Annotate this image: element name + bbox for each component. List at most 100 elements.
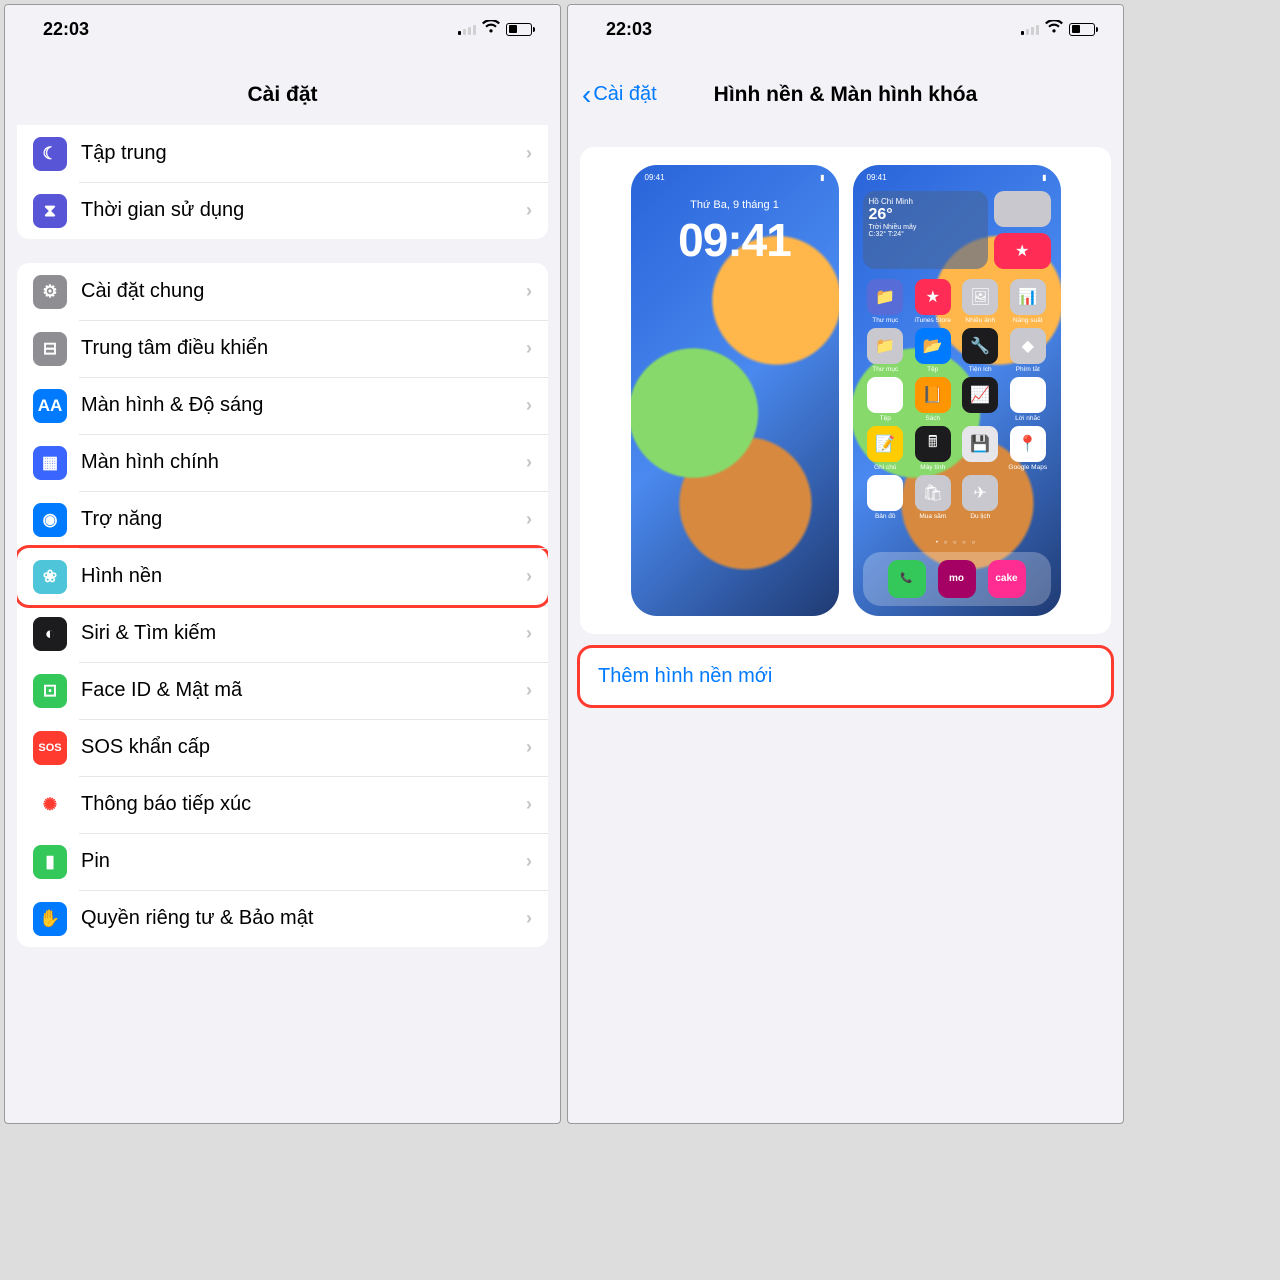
app-icon: 🖩Máy tính <box>910 426 956 471</box>
app-icon: ✈Du lịch <box>958 475 1004 520</box>
settings-group-2: ⚙Cài đặt chung›⊟Trung tâm điều khiển›AAM… <box>17 263 548 947</box>
settings-row-siri[interactable]: ◐Siri & Tìm kiếm› <box>17 605 548 662</box>
row-label: Siri & Tìm kiếm <box>67 622 526 645</box>
widget-app-icon: ★ <box>994 233 1051 269</box>
row-label: Thông báo tiếp xúc <box>67 793 526 816</box>
status-time: 22:03 <box>43 19 89 40</box>
app-icon: 📙Sách <box>910 377 956 422</box>
dock-app-icon: 📞 <box>888 560 926 598</box>
widget-app-icon <box>994 191 1051 227</box>
chevron-right-icon: › <box>526 338 532 359</box>
settings-row-faceid[interactable]: ⊡Face ID & Mật mã› <box>17 662 548 719</box>
chevron-left-icon: ‹ <box>582 85 591 105</box>
cellular-icon <box>1021 23 1039 35</box>
page-indicator: • ○ ○ ○ ○ <box>853 540 1061 546</box>
app-icon: 📍Google Maps <box>1005 426 1051 471</box>
settings-row-hourglass[interactable]: ⧗Thời gian sử dụng› <box>17 182 548 239</box>
row-label: Trung tâm điều khiển <box>67 337 526 360</box>
app-icon: 🖼Nhiều ảnh <box>958 279 1004 324</box>
settings-list-pane: 22:03 Cài đặt ☾Tập trung›⧗Thời gian sử d… <box>4 4 561 1124</box>
lock-time: 09:41 <box>631 213 839 267</box>
chevron-right-icon: › <box>526 281 532 302</box>
weather-widget: Hồ Chí Minh 26° Trời Nhiều mây C:32° T:2… <box>863 191 988 269</box>
text-size-icon: AA <box>33 389 67 423</box>
row-label: Quyền riêng tư & Bảo mật <box>67 907 526 930</box>
chevron-right-icon: › <box>526 680 532 701</box>
chevron-right-icon: › <box>526 509 532 530</box>
exposure-icon: ✺ <box>33 788 67 822</box>
settings-row-wallpaper[interactable]: ❀Hình nền› <box>17 548 548 605</box>
settings-row-text-size[interactable]: AAMàn hình & Độ sáng› <box>17 377 548 434</box>
row-label: Tập trung <box>67 142 526 165</box>
home-widgets: Hồ Chí Minh 26° Trời Nhiều mây C:32° T:2… <box>863 191 1051 269</box>
app-icon: 📝Ghi chú <box>863 426 909 471</box>
row-label: Cài đặt chung <box>67 280 526 303</box>
page-title: Cài đặt <box>5 53 560 125</box>
battery-icon <box>506 23 532 36</box>
settings-row-gear[interactable]: ⚙Cài đặt chung› <box>17 263 548 320</box>
app-icon: 📊Năng suất <box>1005 279 1051 324</box>
chevron-right-icon: › <box>526 794 532 815</box>
wallpaper-icon: ❀ <box>33 560 67 594</box>
settings-row-switches[interactable]: ⊟Trung tâm điều khiển› <box>17 320 548 377</box>
back-button[interactable]: ‹ Cài đặt <box>582 83 657 106</box>
status-time: 22:03 <box>606 19 652 40</box>
siri-icon: ◐ <box>33 617 67 651</box>
app-icon: 📈 <box>958 377 1004 422</box>
row-label: Thời gian sử dụng <box>67 199 526 222</box>
battery-icon <box>1069 23 1095 36</box>
chevron-right-icon: › <box>526 452 532 473</box>
home-screen-preview[interactable]: 09:41 ▮ Hồ Chí Minh 26° Trời Nhiều mây C… <box>853 165 1061 616</box>
chevron-right-icon: › <box>526 566 532 587</box>
switches-icon: ⊟ <box>33 332 67 366</box>
row-label: Màn hình chính <box>67 451 526 474</box>
dock-app-icon: mo <box>938 560 976 598</box>
app-icon: ★iTunes Store <box>910 279 956 324</box>
wifi-icon <box>482 20 500 38</box>
settings-row-privacy[interactable]: ✋Quyền riêng tư & Bảo mật› <box>17 890 548 947</box>
cellular-icon <box>458 23 476 35</box>
lock-date: Thứ Ba, 9 tháng 1 <box>631 199 839 211</box>
chevron-right-icon: › <box>526 737 532 758</box>
app-icon: 🗺Bản đồ <box>863 475 909 520</box>
lock-screen-preview[interactable]: 09:41 ▮ Thứ Ba, 9 tháng 1 09:41 <box>631 165 839 616</box>
back-label: Cài đặt <box>593 83 656 106</box>
settings-content[interactable]: ☾Tập trung›⧗Thời gian sử dụng› ⚙Cài đặt … <box>5 125 560 1123</box>
settings-row-sos[interactable]: SOSSOS khẩn cấp› <box>17 719 548 776</box>
app-icon: ◆Phím tắt <box>1005 328 1051 373</box>
app-icon: 🔧Tiện ích <box>958 328 1004 373</box>
add-wallpaper-button[interactable]: Thêm hình nền mới <box>580 648 1111 705</box>
grid-icon: ▦ <box>33 446 67 480</box>
page-title: Hình nền & Màn hình khóa <box>714 83 978 106</box>
settings-row-grid[interactable]: ▦Màn hình chính› <box>17 434 548 491</box>
chevron-right-icon: › <box>526 395 532 416</box>
app-icon: 📁Thư mục <box>863 279 909 324</box>
chevron-right-icon: › <box>526 143 532 164</box>
row-label: Face ID & Mật mã <box>67 679 526 702</box>
hourglass-icon: ⧗ <box>33 194 67 228</box>
preview-status-bar: 09:41 ▮ <box>631 173 839 182</box>
chevron-right-icon: › <box>526 200 532 221</box>
app-icon: 📂Tệp <box>910 328 956 373</box>
app-icon: 📁Thư mục <box>863 328 909 373</box>
status-bar: 22:03 <box>5 5 560 53</box>
chevron-right-icon: › <box>526 851 532 872</box>
row-label: Màn hình & Độ sáng <box>67 394 526 417</box>
row-label: SOS khẩn cấp <box>67 736 526 759</box>
app-icon: 💾 <box>958 426 1004 471</box>
settings-row-moon[interactable]: ☾Tập trung› <box>17 125 548 182</box>
status-icons <box>458 20 532 38</box>
settings-row-battery[interactable]: ▮Pin› <box>17 833 548 890</box>
wallpaper-preview-card: 09:41 ▮ Thứ Ba, 9 tháng 1 09:41 09:41 ▮ … <box>580 147 1111 634</box>
settings-row-exposure[interactable]: ✺Thông báo tiếp xúc› <box>17 776 548 833</box>
chevron-right-icon: › <box>526 623 532 644</box>
gear-icon: ⚙ <box>33 275 67 309</box>
app-icon: 🛍Mua sắm <box>910 475 956 520</box>
app-grid: 📁Thư mục★iTunes Store🖼Nhiều ảnh📊Năng suấ… <box>863 279 1051 520</box>
wifi-icon <box>1045 20 1063 38</box>
battery-icon: ▮ <box>33 845 67 879</box>
privacy-icon: ✋ <box>33 902 67 936</box>
settings-row-accessibility[interactable]: ◉Trợ năng› <box>17 491 548 548</box>
page-header-bar: ‹ Cài đặt Hình nền & Màn hình khóa <box>568 53 1123 125</box>
wallpaper-settings-pane: 22:03 ‹ Cài đặt Hình nền & Màn hình khóa… <box>567 4 1124 1124</box>
